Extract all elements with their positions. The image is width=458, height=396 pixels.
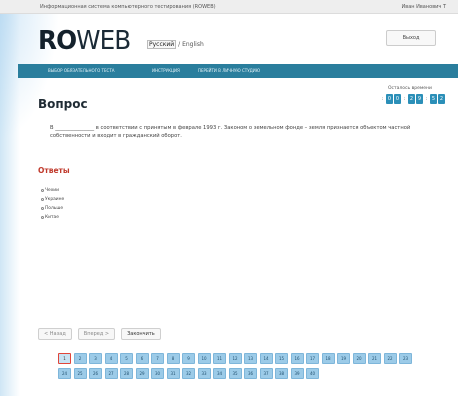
pager-page-button[interactable]: 15 — [275, 353, 288, 364]
top-bar: Информационная система компьютерного тес… — [0, 0, 458, 14]
user-name[interactable]: Иван Иванович Т — [402, 4, 446, 10]
lang-english[interactable]: English — [182, 41, 204, 48]
pager-page-button[interactable]: 17 — [306, 353, 319, 364]
logout-button[interactable]: Выход — [386, 30, 436, 46]
pager-page-button[interactable]: 28 — [120, 368, 133, 379]
pager-page-button[interactable]: 19 — [337, 353, 350, 364]
timer-digit: 5 — [430, 93, 437, 104]
pager-page-button[interactable]: 13 — [244, 353, 257, 364]
pager-page-button[interactable]: 22 — [383, 353, 397, 364]
next-button[interactable]: Вперед > — [77, 328, 116, 340]
finish-button[interactable]: Закончить — [121, 328, 161, 340]
timer-separator: : — [425, 95, 428, 102]
pager-page-button[interactable]: 34 — [213, 368, 226, 379]
countdown-timer: : 0 0 : 2 9 : 5 2 — [380, 93, 445, 104]
pager-page-button[interactable]: 23 — [399, 353, 412, 364]
pager-page-button[interactable]: 40 — [306, 368, 319, 379]
radio-icon[interactable] — [41, 216, 44, 219]
nav-item-instructions[interactable]: ИНСТРУКЦИЯ — [152, 68, 180, 73]
radio-icon[interactable] — [41, 207, 44, 210]
pager-page-button[interactable]: 6 — [135, 353, 149, 364]
pager-page-button[interactable]: 24 — [58, 368, 71, 379]
pager-page-button[interactable]: 39 — [290, 368, 304, 379]
pager-page-button[interactable]: 7 — [151, 353, 164, 364]
radio-icon[interactable] — [41, 189, 44, 192]
pager-page-button[interactable]: 8 — [166, 353, 180, 364]
pager-page-button[interactable]: 37 — [259, 368, 273, 379]
pager-page-button[interactable]: 31 — [166, 368, 180, 379]
question-navigation: < Назад Вперед > Закончить — [38, 328, 161, 340]
pager-page-button[interactable]: 3 — [89, 353, 102, 364]
lang-russian[interactable]: Русский — [147, 40, 177, 49]
pager-page-button[interactable]: 27 — [104, 368, 118, 379]
timer-digit: 0 — [394, 93, 401, 104]
language-switcher: Русский / English — [147, 40, 204, 49]
timer-digit: 2 — [408, 93, 415, 104]
pager-page-button[interactable]: 36 — [244, 368, 257, 379]
timer-digit: 2 — [438, 93, 445, 104]
answer-option[interactable]: Китае — [41, 213, 64, 222]
nav-item-personal-studio[interactable]: ПЕРЕЙТИ В ЛИЧНУЮ СТУДИЮ — [198, 68, 260, 73]
pager-page-button[interactable]: 33 — [197, 368, 211, 379]
pager-page-button[interactable]: 9 — [182, 353, 195, 364]
answers-title: Ответы — [38, 166, 70, 175]
system-title: Информационная система компьютерного тес… — [40, 4, 216, 10]
pager-page-button[interactable]: 38 — [275, 368, 288, 379]
answer-option[interactable]: Украине — [41, 195, 64, 204]
pager-page-button[interactable]: 2 — [73, 353, 87, 364]
pager-page-button[interactable]: 29 — [135, 368, 149, 379]
pager-page-button[interactable]: 12 — [228, 353, 242, 364]
radio-icon[interactable] — [41, 198, 44, 201]
pager-page-button[interactable]: 35 — [228, 368, 242, 379]
pager-page-button[interactable]: 14 — [259, 353, 273, 364]
roweb-logo: ROWEB — [38, 26, 131, 56]
answer-option[interactable]: Чехии — [41, 186, 64, 195]
pager-page-button[interactable]: 20 — [352, 353, 366, 364]
pager-page-button[interactable]: 18 — [321, 353, 335, 364]
main-navbar: ВЫБОР ОБЯЗАТЕЛЬНОГО ТЕСТА ИНСТРУКЦИЯ ПЕР… — [18, 64, 458, 78]
pager-page-button[interactable]: 21 — [368, 353, 381, 364]
question-title: Вопрос — [38, 97, 88, 111]
pager-page-button[interactable]: 32 — [182, 368, 195, 379]
lang-separator: / — [178, 41, 181, 48]
pager-page-button[interactable]: 16 — [290, 353, 304, 364]
question-text: В _______________ в соответствии с приня… — [50, 125, 411, 139]
pager-page-button[interactable]: 25 — [73, 368, 87, 379]
pager-page-button[interactable]: 1 — [58, 353, 71, 364]
pager-page-button[interactable]: 11 — [213, 353, 226, 364]
pager-page-button[interactable]: 26 — [89, 368, 102, 379]
timer-digit: 0 — [386, 93, 393, 104]
nav-item-choose-test[interactable]: ВЫБОР ОБЯЗАТЕЛЬНОГО ТЕСТА — [48, 68, 115, 73]
pager-page-button[interactable]: 4 — [104, 353, 118, 364]
prev-button[interactable]: < Назад — [38, 328, 72, 340]
pager-page-button[interactable]: 30 — [151, 368, 164, 379]
pager-page-button[interactable]: 10 — [197, 353, 211, 364]
question-pager: 1 2 3 4 5 6 7 8 9 10 11 12 13 14 15 16 17 18 19 20 21 22 23 24 2… — [58, 353, 412, 379]
timer-digit: 9 — [416, 93, 423, 104]
answer-option[interactable]: Польше — [41, 204, 64, 213]
answer-options: Чехии Украине Польше Китае — [41, 186, 64, 222]
timer-separator: : — [403, 95, 406, 102]
timer-label: Осталось времени — [388, 86, 432, 91]
clock-icon: : — [381, 95, 384, 102]
pager-page-button[interactable]: 5 — [120, 353, 133, 364]
